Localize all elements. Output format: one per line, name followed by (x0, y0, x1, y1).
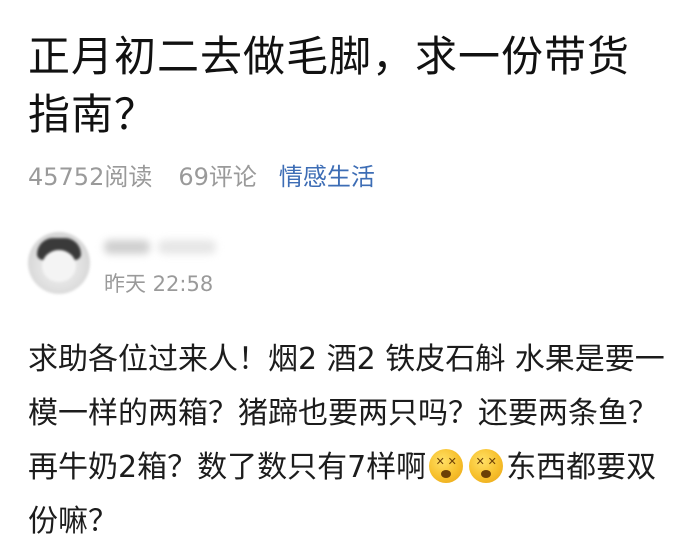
dizzy-face-emoji-icon: ✕ ✕ (469, 449, 504, 483)
blurred-name-block (158, 240, 216, 254)
category-link[interactable]: 情感生活 (279, 157, 375, 192)
post-meta: 45752阅读 69评论 情感生活 (28, 156, 375, 192)
author-header: 昨天 22:58 (28, 232, 224, 308)
post-time: 昨天 22:58 (104, 272, 214, 296)
blurred-name-block (104, 240, 150, 254)
avatar-face-shape (42, 250, 76, 282)
author-info: 昨天 22:58 (104, 232, 224, 296)
author-name-blurred[interactable] (104, 236, 224, 258)
post-title: 正月初二去做毛脚，求一份带货指南？ (28, 32, 631, 139)
avatar[interactable] (28, 232, 90, 294)
dizzy-face-emoji-icon: ✕ ✕ (429, 449, 464, 483)
post-content: 求助各位过来人！烟2 酒2 铁皮石斛 水果是要一模一样的两箱？猪蹄也要两只吗？还… (28, 333, 668, 549)
read-count: 45752阅读 (28, 162, 153, 191)
comment-count[interactable]: 69评论 (178, 157, 257, 192)
